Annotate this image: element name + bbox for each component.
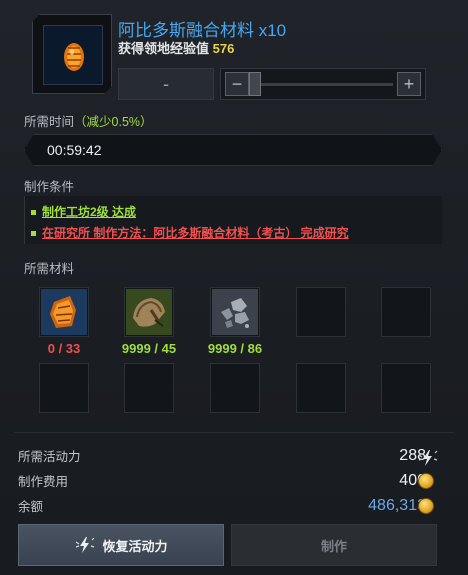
material-slot-empty[interactable] (296, 287, 346, 337)
decrease-button[interactable]: − (225, 72, 249, 96)
time-heading: 所需时间（减少0.5%） (24, 111, 153, 130)
quantity-slider[interactable]: − + (220, 68, 426, 100)
time-reduction-close: ） (140, 115, 153, 129)
material-slot-empty[interactable] (210, 363, 260, 413)
materials-heading: 所需材料 (24, 262, 75, 276)
energy-label: 所需活动力 (18, 450, 81, 464)
restore-energy-label: 恢复活动力 (102, 538, 168, 554)
material-slot[interactable] (210, 287, 260, 337)
cost-label: 制作费用 (18, 475, 69, 489)
material-qty: 0 / 33 (24, 341, 104, 356)
material-qty-text: 9999 / 86 (207, 341, 263, 356)
condition-bullet-icon (31, 231, 36, 237)
lightning-icon (76, 537, 95, 553)
material-slot[interactable] (124, 287, 174, 337)
material-qty-text: 9999 / 45 (121, 341, 177, 356)
craft-button[interactable]: 制作 (231, 524, 437, 566)
abidos-fusion-material-icon (41, 289, 87, 335)
condition-text: 在研究所 制作方法：阿比多斯融合材料（考古） 完成研究 (42, 226, 349, 240)
balance-label: 余额 (18, 500, 44, 514)
item-slot (43, 25, 103, 85)
material-slot-empty[interactable] (381, 363, 431, 413)
conditions-heading: 制作条件 (24, 180, 75, 194)
conditions-list: 制作工坊2级 达成 在研究所 制作方法：阿比多斯融合材料（考古） 完成研究 (24, 196, 442, 244)
ore-pile-icon (212, 289, 258, 335)
time-reduction-open: （ (74, 115, 87, 129)
material-slot[interactable] (39, 287, 89, 337)
territory-exp-label: 获得领地经验值 (118, 41, 210, 56)
craft-time: 00:59:42 (24, 134, 442, 166)
gold-coin-icon (418, 473, 434, 489)
restore-energy-button[interactable]: 恢复活动力 (18, 524, 224, 566)
condition-item[interactable]: 制作工坊2级 达成 (31, 203, 136, 220)
material-qty: 9999 / 45 (109, 341, 189, 356)
condition-item[interactable]: 在研究所 制作方法：阿比多斯融合材料（考古） 完成研究 (31, 224, 349, 241)
material-slot-empty[interactable] (39, 363, 89, 413)
slider-thumb[interactable] (249, 72, 261, 96)
gold-coin-icon (418, 498, 434, 514)
slider-track[interactable] (253, 83, 393, 86)
time-label: 所需时间 (24, 115, 75, 129)
quantity-field[interactable]: - (118, 68, 214, 100)
item-frame (32, 14, 112, 94)
material-slot-empty[interactable] (124, 363, 174, 413)
lightning-icon (418, 450, 438, 466)
abidos-fusion-material-icon (44, 26, 104, 86)
condition-text: 制作工坊2级 达成 (42, 205, 137, 219)
material-qty: 9999 / 86 (195, 341, 275, 356)
material-slot-empty[interactable] (381, 287, 431, 337)
increase-button[interactable]: + (397, 72, 421, 96)
abidos-timber-icon (126, 289, 172, 335)
time-reduction: 减少0.5% (86, 115, 141, 129)
crafting-panel: 阿比多斯融合材料 x10 获得领地经验值 576 - − + 所需时间（减少0.… (0, 0, 468, 575)
material-slot-empty[interactable] (296, 363, 346, 413)
territory-exp: 获得领地经验值 576 (118, 38, 234, 57)
territory-exp-value: 576 (212, 41, 235, 56)
material-qty-text: 0 / 33 (47, 341, 81, 356)
divider (14, 432, 454, 433)
condition-met-icon (31, 210, 36, 216)
